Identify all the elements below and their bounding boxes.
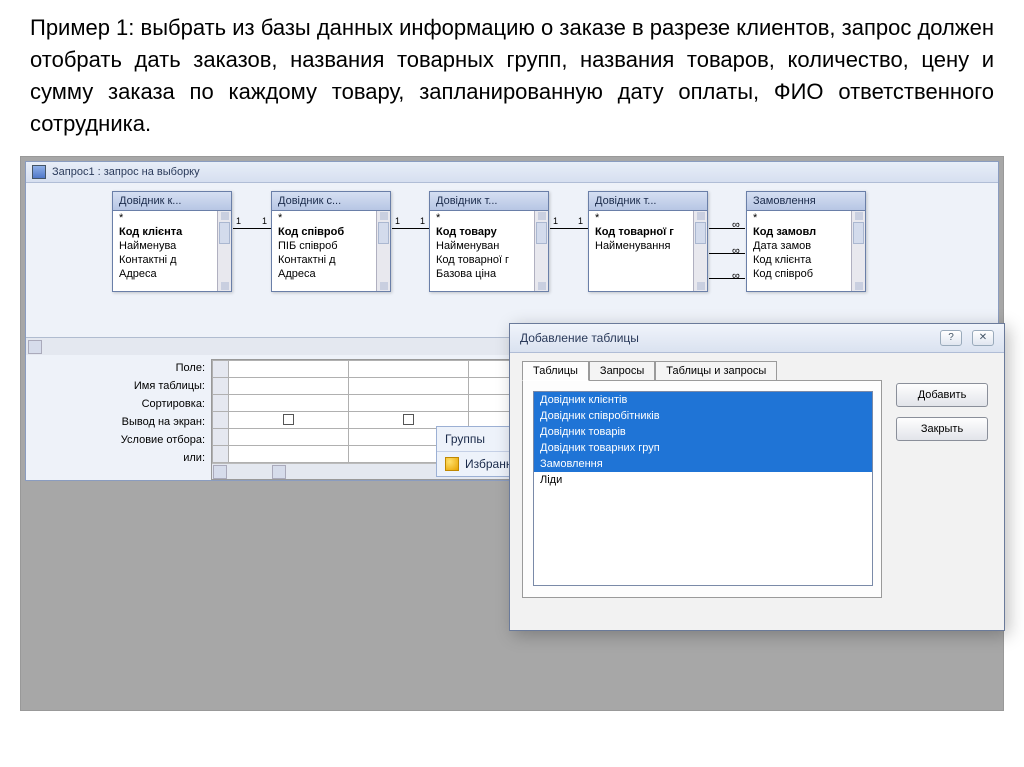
field-item[interactable]: Код замовл xyxy=(747,225,865,239)
list-item[interactable]: Довідник співробітників xyxy=(534,408,872,424)
tables-listbox[interactable]: Довідник клієнтівДовідник співробітників… xyxy=(533,391,873,586)
field-item[interactable]: Дата замов xyxy=(747,239,865,253)
field-item[interactable]: Найменуван xyxy=(430,239,548,253)
field-item[interactable]: * xyxy=(589,211,707,225)
show-checkbox[interactable] xyxy=(283,414,294,425)
field-item[interactable]: Код клієнта xyxy=(113,225,231,239)
list-item[interactable]: Довідник клієнтів xyxy=(534,392,872,408)
grid-row-label: Вывод на экран: xyxy=(26,413,205,431)
relationship-line xyxy=(392,228,430,229)
relationship-cardinality-one: 1 xyxy=(578,216,583,226)
field-item[interactable]: Код товарної г xyxy=(430,253,548,267)
field-list-scrollbar[interactable] xyxy=(534,211,548,291)
field-item[interactable]: Базова ціна xyxy=(430,267,548,281)
field-list[interactable]: *Код замовлДата замовКод клієнтаКод спів… xyxy=(747,211,865,291)
app-shell: Запрос1 : запрос на выборку 1 1 1 1 1 1 … xyxy=(20,156,1004,711)
field-list[interactable]: *Код товаруНайменуванКод товарної гБазов… xyxy=(430,211,548,291)
scroll-left-arrow-icon[interactable] xyxy=(28,340,42,354)
field-item[interactable]: * xyxy=(430,211,548,225)
dialog-title: Добавление таблицы xyxy=(520,331,639,345)
design-grid-row-labels: Поле:Имя таблицы:Сортировка:Вывод на экр… xyxy=(26,355,211,480)
field-item[interactable]: Адреса xyxy=(113,267,231,281)
field-list-scrollbar[interactable] xyxy=(693,211,707,291)
field-item[interactable]: Код товару xyxy=(430,225,548,239)
relationship-cardinality-one: 1 xyxy=(553,216,558,226)
field-item[interactable]: Код клієнта xyxy=(747,253,865,267)
dialog-titlebar[interactable]: Добавление таблицы ? ✕ xyxy=(510,324,1004,353)
field-item[interactable]: Контактні д xyxy=(272,253,390,267)
table-box[interactable]: Довідник т...*Код товарної гНайменування xyxy=(588,191,708,292)
grid-row-label: Условие отбора: xyxy=(26,431,205,449)
table-header[interactable]: Замовлення xyxy=(747,192,865,211)
table-box[interactable]: Замовлення*Код замовлДата замовКод клієн… xyxy=(746,191,866,292)
list-item[interactable]: Ліди xyxy=(534,472,872,488)
field-list[interactable]: *Код клієнтаНайменуваКонтактні дАдреса xyxy=(113,211,231,291)
table-box[interactable]: Довідник т...*Код товаруНайменуванКод то… xyxy=(429,191,549,292)
dialog-help-button[interactable]: ? xyxy=(940,330,962,346)
star-icon xyxy=(445,457,459,471)
field-list[interactable]: *Код товарної гНайменування xyxy=(589,211,707,291)
grid-row-label: Имя таблицы: xyxy=(26,377,205,395)
table-header[interactable]: Довідник с... xyxy=(272,192,390,211)
relationship-cardinality-one: 1 xyxy=(236,216,241,226)
field-item[interactable]: Контактні д xyxy=(113,253,231,267)
field-item[interactable]: Код товарної г xyxy=(589,225,707,239)
list-item[interactable]: Довідник товарів xyxy=(534,424,872,440)
field-item[interactable]: Код співроб xyxy=(747,267,865,281)
nav-groups-label: Группы xyxy=(445,432,485,446)
field-item[interactable]: * xyxy=(747,211,865,225)
page-description: Пример 1: выбрать из базы данных информа… xyxy=(0,0,1024,156)
tab-panel: Довідник клієнтівДовідник співробітників… xyxy=(522,380,882,598)
field-item[interactable]: Адреса xyxy=(272,267,390,281)
grid-row-label: или: xyxy=(26,449,205,467)
list-item[interactable]: Довідник товарних груп xyxy=(534,440,872,456)
query-title: Запрос1 : запрос на выборку xyxy=(52,166,200,178)
relationship-cardinality-one: 1 xyxy=(395,216,400,226)
field-item[interactable]: Найменування xyxy=(589,239,707,253)
field-item[interactable]: * xyxy=(113,211,231,225)
field-item[interactable]: Код співроб xyxy=(272,225,390,239)
tab-tables[interactable]: Таблицы xyxy=(522,361,589,381)
field-list-scrollbar[interactable] xyxy=(217,211,231,291)
field-item[interactable]: * xyxy=(272,211,390,225)
tab-both[interactable]: Таблицы и запросы xyxy=(655,361,777,381)
dialog-close-button[interactable]: ✕ xyxy=(972,330,994,346)
relationship-cardinality-many: ∞ xyxy=(732,270,740,282)
table-header[interactable]: Довідник т... xyxy=(589,192,707,211)
add-table-dialog: Добавление таблицы ? ✕ Таблицы Запросы Т… xyxy=(509,323,1005,631)
relationship-line xyxy=(550,228,588,229)
tables-diagram-pane[interactable]: 1 1 1 1 1 1 ∞ ∞ ∞ Довідник к...*Код кліє… xyxy=(26,183,998,337)
scroll-right-arrow-icon[interactable] xyxy=(272,465,286,479)
table-header[interactable]: Довідник т... xyxy=(430,192,548,211)
field-item[interactable]: Найменува xyxy=(113,239,231,253)
query-titlebar[interactable]: Запрос1 : запрос на выборку xyxy=(26,162,998,183)
field-list-scrollbar[interactable] xyxy=(376,211,390,291)
relationship-cardinality-many: ∞ xyxy=(732,219,740,231)
query-window-icon xyxy=(32,165,46,179)
relationship-cardinality-one: 1 xyxy=(420,216,425,226)
field-list-scrollbar[interactable] xyxy=(851,211,865,291)
tab-queries[interactable]: Запросы xyxy=(589,361,655,381)
close-button[interactable]: Закрыть xyxy=(896,417,988,441)
grid-row-label: Сортировка: xyxy=(26,395,205,413)
table-box[interactable]: Довідник к...*Код клієнтаНайменуваКонтак… xyxy=(112,191,232,292)
table-header[interactable]: Довідник к... xyxy=(113,192,231,211)
relationship-line xyxy=(233,228,271,229)
add-button[interactable]: Добавить xyxy=(896,383,988,407)
relationship-cardinality-many: ∞ xyxy=(732,245,740,257)
dialog-tabs: Таблицы Запросы Таблицы и запросы xyxy=(522,361,882,381)
field-item[interactable]: ПІБ співроб xyxy=(272,239,390,253)
table-box[interactable]: Довідник с...*Код співробПІБ співробКонт… xyxy=(271,191,391,292)
grid-row-label: Поле: xyxy=(26,359,205,377)
field-list[interactable]: *Код співробПІБ співробКонтактні дАдреса xyxy=(272,211,390,291)
relationship-cardinality-one: 1 xyxy=(262,216,267,226)
show-checkbox[interactable] xyxy=(403,414,414,425)
scroll-left-arrow-icon[interactable] xyxy=(213,465,227,479)
list-item[interactable]: Замовлення xyxy=(534,456,872,472)
